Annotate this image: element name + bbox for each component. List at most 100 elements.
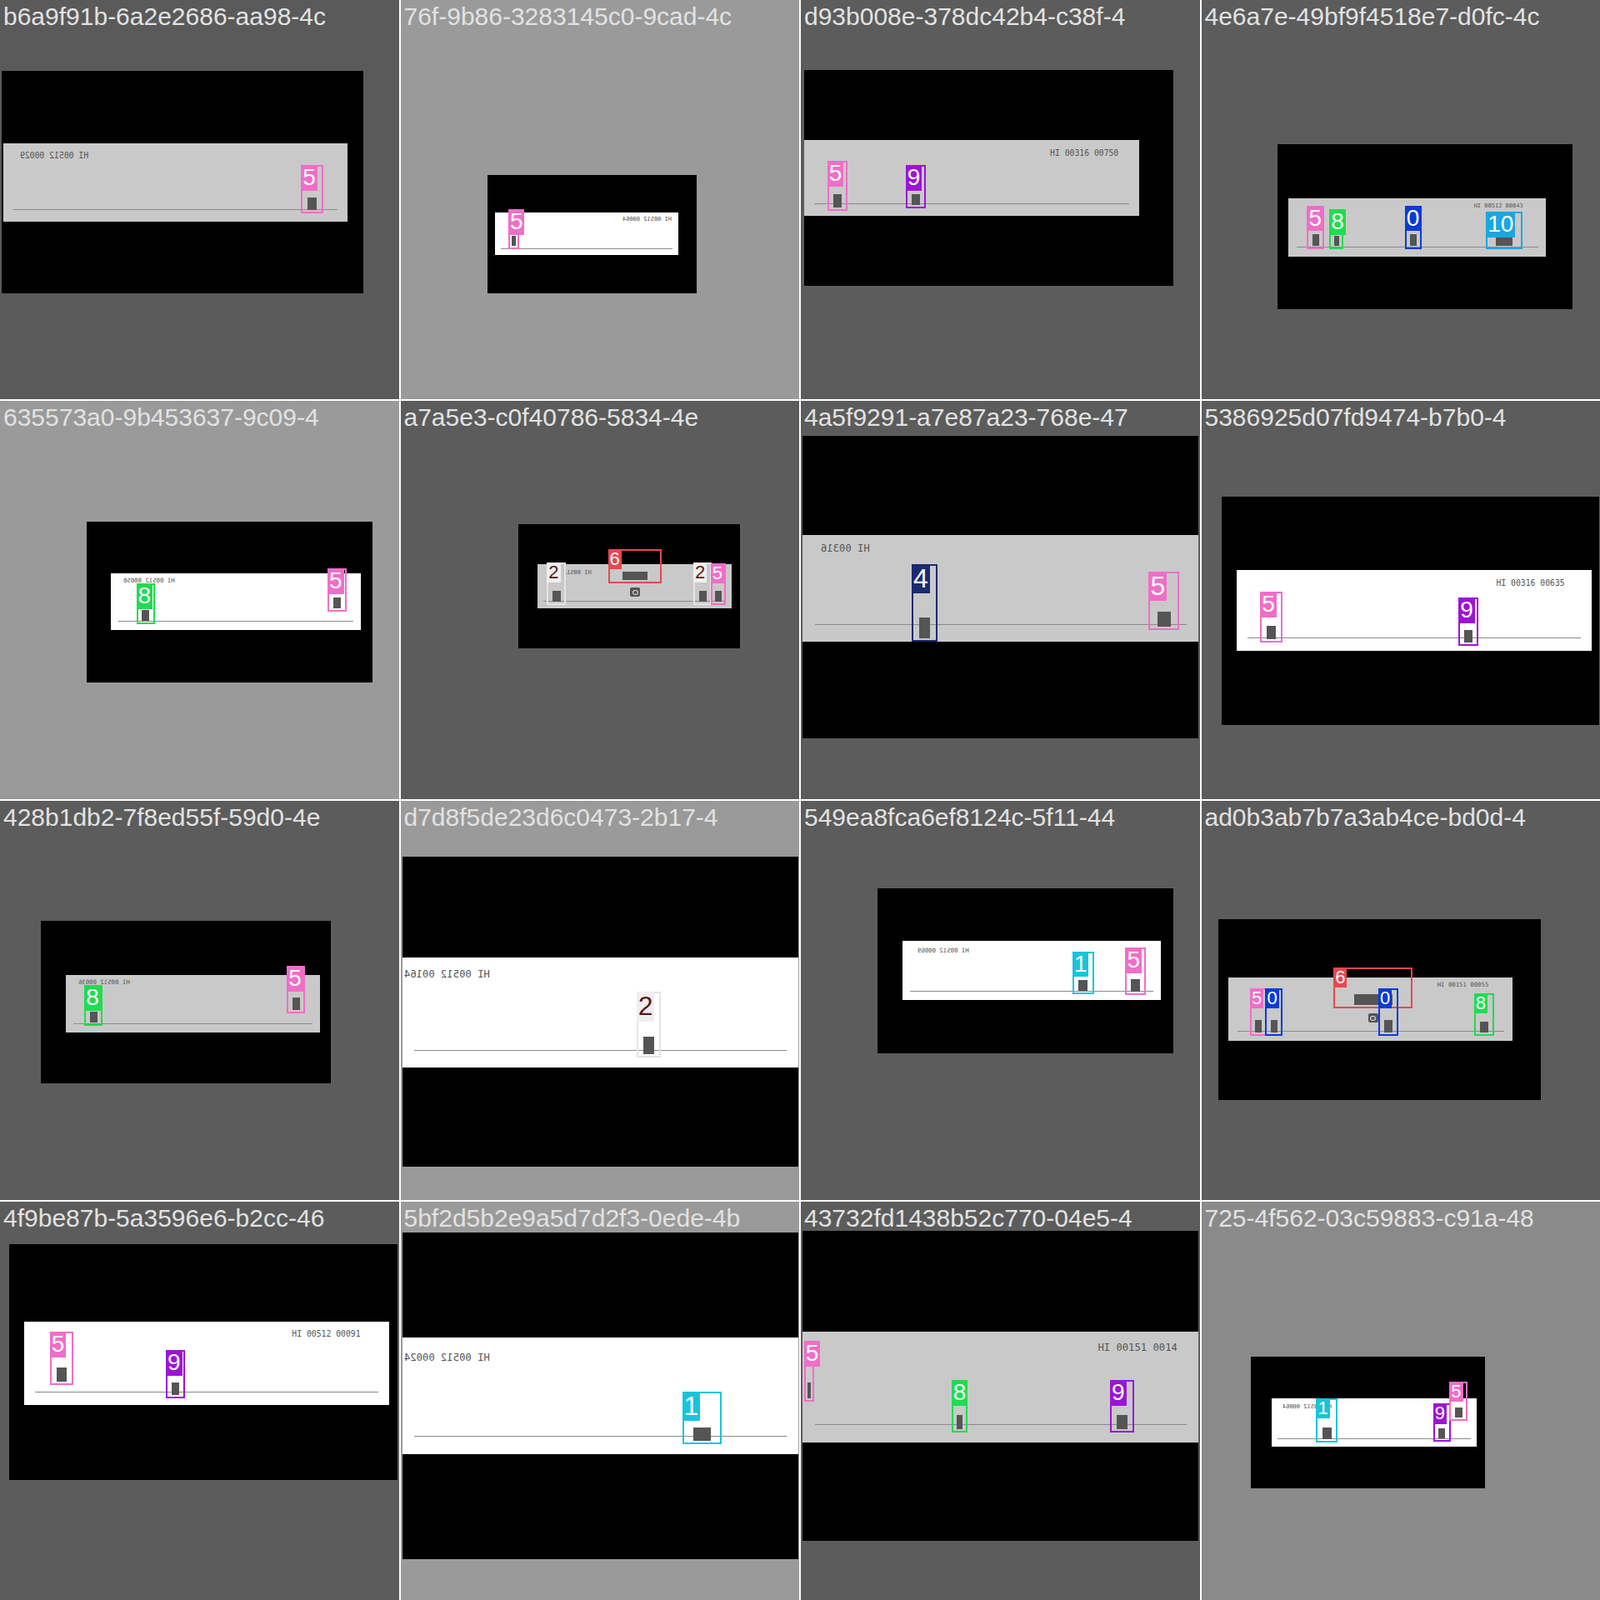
bounding-box: 5 [300,165,324,215]
tile: HI 00512 000295b6a9f91b-6a2e2686-aa98-4c [0,0,400,400]
sprite [552,590,561,602]
tile: HI 00512 0003685428b1db2-7f8ed55f-59d0-4… [0,800,400,1200]
ground-line [414,1050,786,1051]
class-label: 9 [1458,597,1475,624]
score-text: HI 00316 00635 [1495,578,1565,589]
tile: HI 00512 0002415bf2d5b2e9a5d7d2f3-0ede-4… [400,1201,800,1600]
class-label: 0 [1265,988,1279,1009]
sprite [511,235,516,246]
tile: HI 00512 00064195725-4f562-03c59883-c91a… [1201,1201,1600,1600]
score-text: HI 00512 00043 [1474,202,1524,210]
tile-title: 4a5f9291-a7e87a23-768e-47 [804,402,1129,433]
sprite [307,197,317,210]
bounding-box: 9 [1458,597,1478,645]
tile: HI 00512 00091 5 9 4f9be87b-5a3596e6-b2cc-4… [0,1201,400,1600]
score-text: HI 00512 00164 [404,968,490,981]
restart-icon [1368,1013,1379,1023]
tile: HI 00151 0005550608ad0b3ab7b7a3ab4ce-bd0… [1201,800,1600,1200]
score-text: HI 00512 00069 [917,947,970,955]
class-label: 5 [286,965,304,992]
class-label: 2 [636,991,655,1021]
sprite [1480,1021,1489,1033]
score-text: HI 00512 00064 [622,215,672,223]
tile-title: a7a5e3-c0f40786-5834-4e [404,402,700,433]
class-label: 6 [608,549,622,570]
tile-title: d7d8f5de23d6c0473-2b17-4 [404,802,719,833]
sprite [1312,234,1320,246]
class-label: 9 [1110,1380,1127,1406]
score-text: HI 00151 00055 [1437,981,1490,990]
class-label: 5 [1449,1381,1463,1402]
class-label: 5 [1306,205,1324,232]
bounding-box: 5 [50,1331,74,1386]
class-label: 5 [827,160,845,187]
bounding-box: 5 [1125,947,1145,995]
class-label: 5 [1148,571,1167,601]
bounding-box: 5 [508,209,520,250]
restart-icon [630,587,640,597]
tile-title: d93b008e-378dc42b4-c38f-4 [804,1,1125,32]
bounding-box: 0 [1265,988,1283,1036]
sprite [1270,1020,1278,1033]
bounding-box: 10 [1485,211,1523,250]
tile-title: 428b1db2-7f8ed55f-59d0-4e [3,802,320,833]
sprite [699,590,707,602]
bounding-box: 5 [1250,988,1267,1036]
tile-title: b6a9f91b-6a2e2686-aa98-4c [3,1,326,32]
sprite [333,597,342,610]
sprite [56,1367,67,1382]
class-label: 1 [682,1391,701,1421]
bounding-box: 0 [1405,205,1423,250]
class-label: 2 [693,562,707,583]
class-label: 5 [1250,988,1264,1009]
class-label: 9 [905,165,923,191]
ground-line [1247,637,1581,639]
score-text: HI 00316 00750 [1050,148,1119,159]
sprite [1384,1020,1393,1033]
sprite [833,194,842,208]
tile: HI 00512 0005085635573a0-9b453637-9c09-4 [0,400,400,800]
sprite [1334,235,1340,246]
score-text: HI 00316 [820,542,870,555]
class-label: 10 [1485,211,1515,238]
sprite [911,194,920,206]
bounding-box: 1 [1315,1398,1338,1442]
sprite [90,1011,98,1023]
tile: HI 00512 00064 5 76f-9b86-3283145c0-9cad-4… [400,0,800,400]
ground-line [35,1391,379,1393]
tile: HI 00316 00635595386925d07fd9474-b7b0-4 [1201,400,1600,800]
bounding-box: 9 [1110,1380,1135,1432]
class-label: 1 [1072,951,1090,978]
bounding-box: 1 [1072,951,1095,995]
mosaic: HI 00512 000295b6a9f91b-6a2e2686-aa98-4c… [0,0,1600,1600]
score-text: HI 00512 00091 [291,1329,360,1340]
bounding-box: 9 [165,1350,185,1400]
score-text: HI 00512 [563,569,592,576]
sprite [643,1036,655,1055]
ground-line [910,990,1153,992]
bounding-box: 8 [951,1380,969,1432]
tile: HI 00512 00164 2 d7d8f5de23d6c0473-2b17-4 [400,800,800,1200]
ground-line [1277,1438,1471,1440]
sprite [1255,1020,1262,1033]
tile-title: 4f9be87b-5a3596e6-b2cc-46 [3,1203,325,1234]
bounding-box: 1 [682,1391,723,1445]
class-label: 8 [84,985,101,1011]
sprite [807,1382,811,1399]
bounding-box: 4 [911,564,938,642]
ground-line [815,1424,1187,1425]
ground-line [73,1023,313,1025]
tile: HI 00512 0006915549ea8fca6ef8124c-5f11-4… [800,800,1200,1200]
bounding-box: 6 [608,549,663,585]
sprite [693,1427,712,1442]
sprite [715,590,721,602]
bounding-box: 5 [1449,1381,1468,1422]
bounding-box: 9 [1433,1403,1451,1441]
bounding-box: 5 [804,1340,815,1402]
sprite [1455,1407,1463,1418]
bounding-box: 6 [1333,967,1413,1009]
tile-title: 76f-9b86-3283145c0-9cad-4c [404,1,733,32]
ground-line [414,1435,786,1437]
class-label: 5 [1125,947,1142,974]
bounding-box: 5 [327,568,347,612]
